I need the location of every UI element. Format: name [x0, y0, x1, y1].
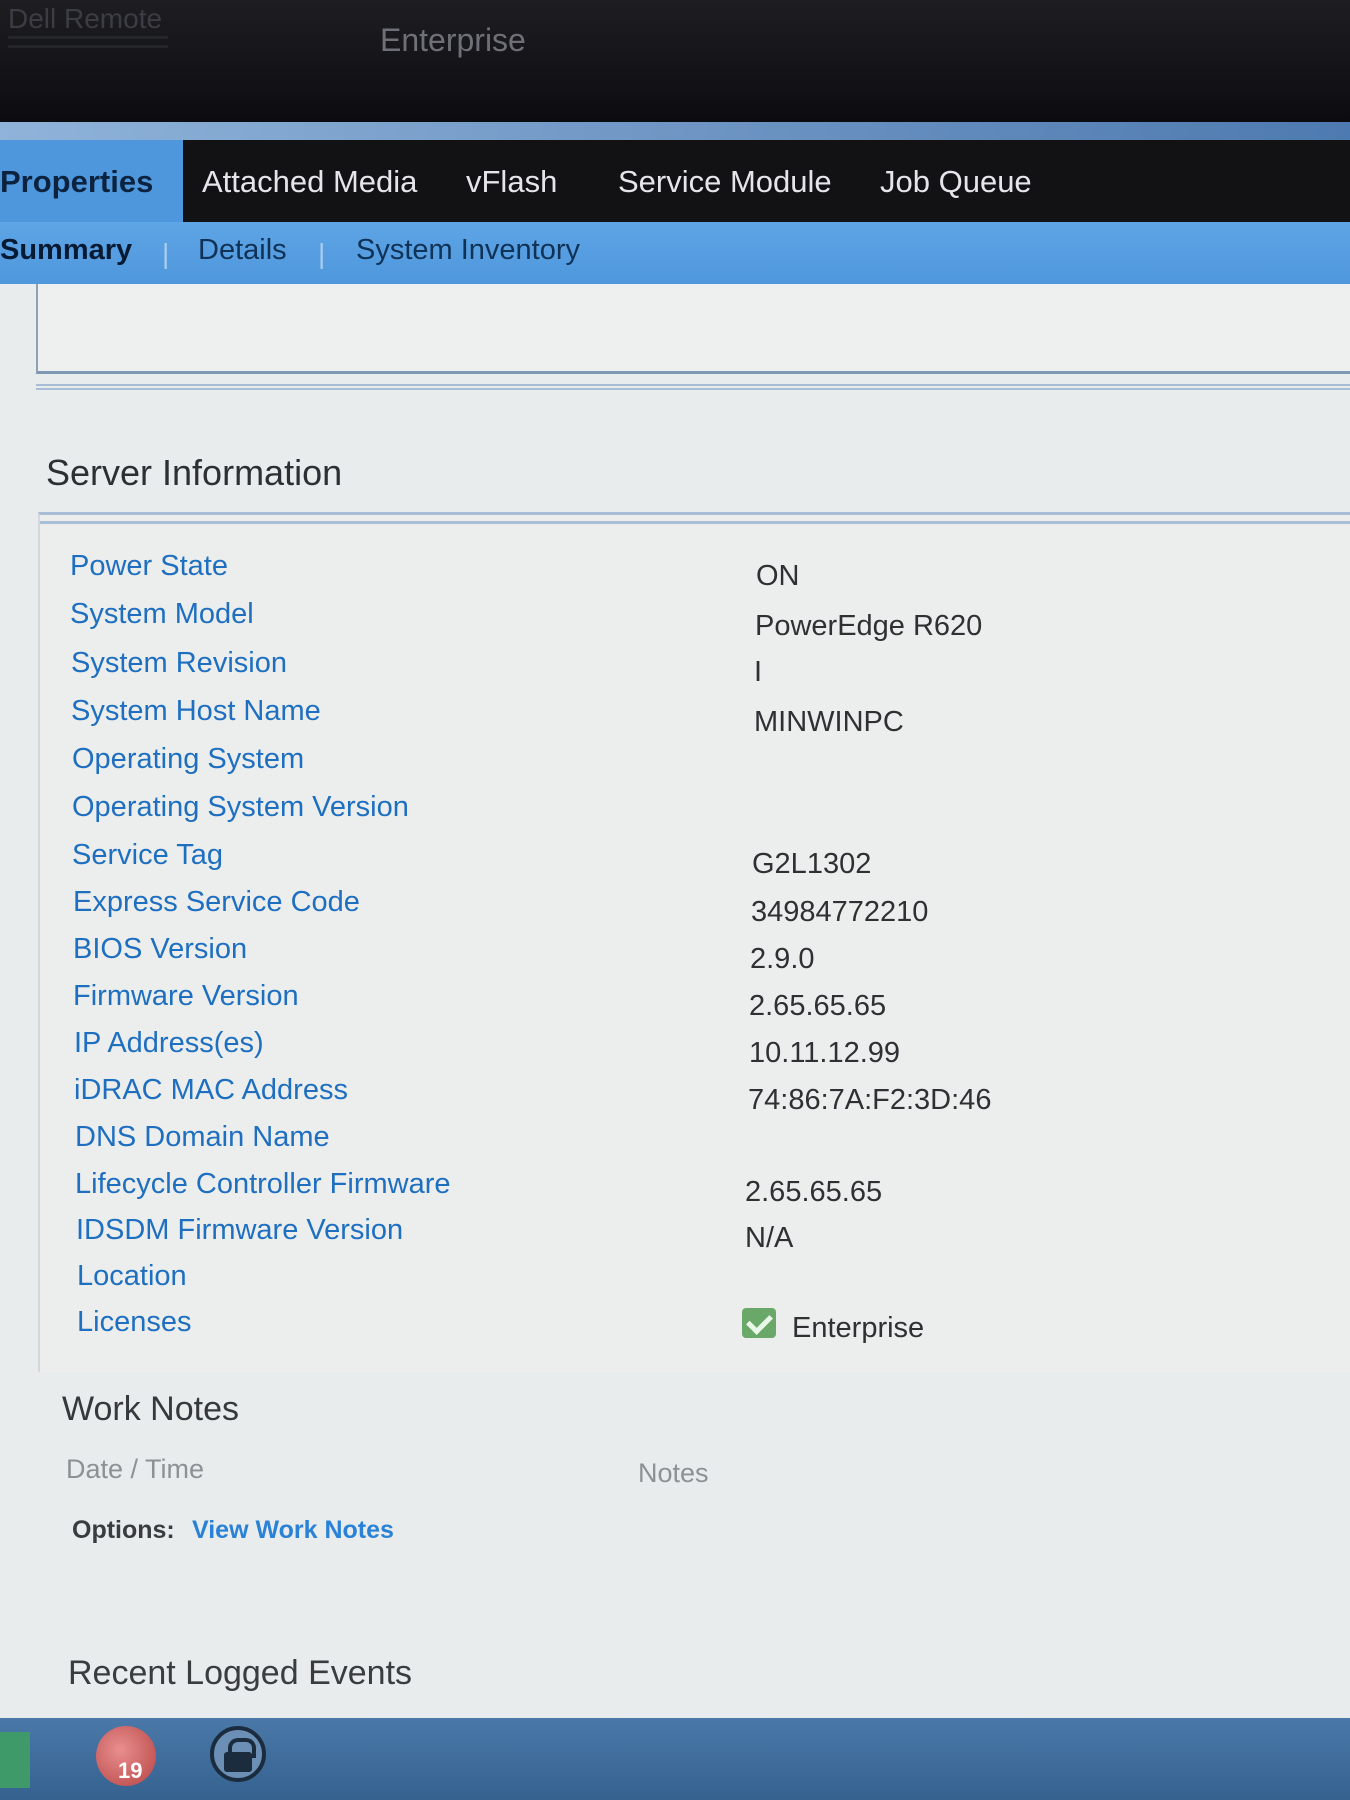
subtab-system-inventory[interactable]: System Inventory: [356, 234, 580, 267]
taskbar-app-icon[interactable]: [0, 1732, 30, 1788]
value-licenses: Enterprise: [792, 1312, 925, 1344]
options-label: Options:: [72, 1516, 175, 1544]
label-licenses: Licenses: [77, 1306, 192, 1338]
value-express-service-code: 34984772210: [751, 896, 929, 928]
label-host-name: System Host Name: [71, 695, 321, 727]
label-os-version: Operating System Version: [72, 791, 409, 823]
value-lifecycle-controller: 2.65.65.65: [745, 1176, 883, 1208]
notification-badge: 19: [118, 1758, 143, 1783]
view-work-notes-link[interactable]: View Work Notes: [192, 1516, 394, 1545]
value-firmware-version: 2.65.65.65: [749, 990, 887, 1022]
label-system-model: System Model: [70, 598, 254, 630]
label-bios-version: BIOS Version: [73, 933, 248, 965]
subtab-separator: |: [318, 238, 326, 269]
label-service-tag: Service Tag: [72, 839, 223, 871]
tab-service-module[interactable]: Service Module: [618, 164, 832, 200]
subtab-details[interactable]: Details: [198, 234, 287, 267]
value-service-tag: G2L1302: [752, 848, 872, 880]
label-location: Location: [77, 1260, 187, 1292]
value-system-revision: I: [754, 656, 763, 688]
value-power-state: ON: [756, 560, 800, 592]
tab-properties[interactable]: Properties: [0, 140, 184, 222]
lock-icon[interactable]: [210, 1726, 266, 1782]
label-system-revision: System Revision: [71, 647, 287, 679]
work-notes-col-date: Date / Time: [66, 1454, 205, 1484]
label-lifecycle-controller: Lifecycle Controller Firmware: [75, 1168, 451, 1200]
header-stripe: [0, 122, 1350, 142]
top-header: Dell Remote Enterprise: [0, 0, 1350, 122]
label-power-state: Power State: [70, 550, 228, 582]
subtab-summary[interactable]: Summary: [0, 234, 132, 267]
brand-logo: Dell Remote: [8, 4, 163, 34]
label-express-service-code: Express Service Code: [73, 886, 360, 918]
tab-job-queue[interactable]: Job Queue: [880, 164, 1032, 200]
recent-events-title: Recent Logged Events: [68, 1654, 413, 1692]
subtab-separator: |: [162, 238, 170, 269]
value-host-name: MINWINPC: [754, 706, 904, 738]
tab-vflash[interactable]: vFlash: [466, 164, 557, 200]
label-dns-domain: DNS Domain Name: [75, 1121, 330, 1153]
label-idrac-mac: iDRAC MAC Address: [74, 1074, 348, 1106]
edition-label: Enterprise: [380, 22, 526, 58]
label-idsdm-firmware: IDSDM Firmware Version: [76, 1214, 404, 1246]
value-ip-addresses: 10.11.12.99: [749, 1037, 901, 1069]
tab-attached-media[interactable]: Attached Media: [202, 164, 417, 200]
value-idrac-mac: 74:86:7A:F2:3D:46: [748, 1084, 992, 1116]
sub-tabbar: Summary | Details | System Inventory: [0, 222, 1350, 284]
label-firmware-version: Firmware Version: [73, 980, 299, 1012]
previous-panel: [36, 284, 1350, 374]
panel-divider: [36, 384, 1350, 390]
main-tabbar: Properties Attached Media vFlash Service…: [0, 140, 1350, 222]
label-ip-addresses: IP Address(es): [74, 1027, 264, 1059]
value-idsdm-firmware: N/A: [745, 1222, 794, 1254]
brand-underline: [8, 36, 168, 48]
server-info-title: Server Information: [46, 452, 343, 493]
license-check-icon: [742, 1308, 776, 1338]
work-notes-title: Work Notes: [62, 1390, 239, 1428]
label-operating-system: Operating System: [72, 743, 305, 775]
taskbar: 19: [0, 1718, 1350, 1800]
work-notes-col-notes: Notes: [638, 1458, 709, 1488]
value-system-model: PowerEdge R620: [755, 610, 983, 642]
value-bios-version: 2.9.0: [750, 943, 815, 975]
